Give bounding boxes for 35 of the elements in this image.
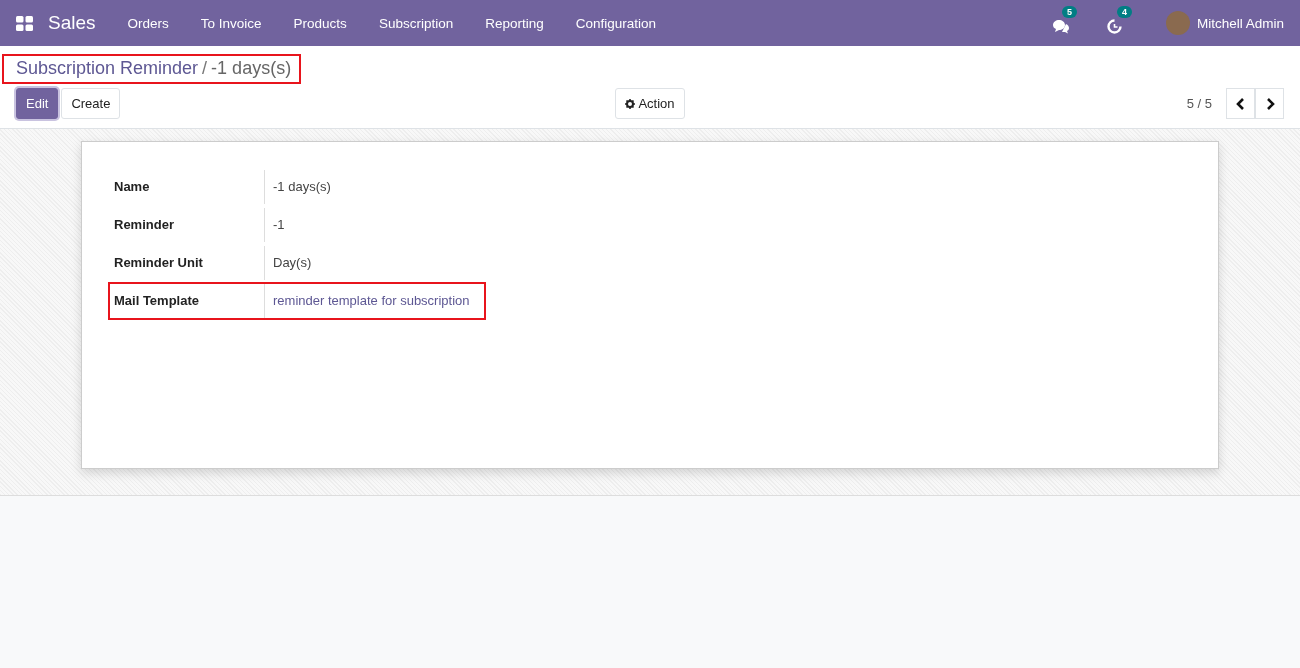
menu-item[interactable]: To Invoice	[184, 15, 278, 31]
chat-bubbles-icon	[1051, 19, 1069, 34]
clock-icon	[1106, 19, 1122, 34]
field-value: -1 days(s)	[273, 179, 331, 194]
chevron-right-icon	[1264, 97, 1275, 110]
action-button[interactable]: Action	[615, 88, 685, 119]
menu-item[interactable]: Reporting	[469, 15, 560, 31]
user-name[interactable]: Mitchell Admin	[1196, 15, 1284, 31]
field-label: Reminder	[114, 216, 175, 234]
field-link[interactable]: reminder template for subscription	[273, 293, 470, 308]
next-button[interactable]	[1255, 88, 1284, 119]
messages-button[interactable]: 5	[1051, 6, 1083, 34]
menu-item[interactable]: Configuration	[559, 15, 673, 31]
field-label: Name	[114, 178, 151, 196]
breadcrumb-current: -1 days(s)	[211, 58, 292, 79]
breadcrumb-link[interactable]: Subscription Reminder	[16, 58, 199, 79]
chevron-left-icon	[1235, 97, 1246, 110]
menu-item[interactable]: Products	[277, 15, 363, 31]
gear-icon	[625, 98, 636, 109]
breadcrumb-separator: /	[202, 58, 208, 79]
field-label: Reminder Unit	[114, 254, 204, 272]
count-badge: 4	[1116, 6, 1132, 18]
activities-button[interactable]: 4	[1106, 6, 1136, 34]
pager-counter: 5 / 5	[1186, 96, 1212, 111]
field-label: Mail Template	[114, 292, 200, 310]
edit-button[interactable]: Edit	[16, 88, 59, 119]
field-value: Day(s)	[273, 255, 312, 270]
app-name[interactable]: Sales	[48, 12, 96, 34]
menu-item[interactable]: Subscription	[362, 15, 470, 31]
menu-item[interactable]: Orders	[111, 15, 185, 31]
count-badge: 5	[1061, 6, 1077, 18]
field-value: -1	[273, 217, 285, 232]
apps-menu-icon[interactable]	[16, 15, 33, 31]
create-button[interactable]: Create	[61, 88, 121, 119]
previous-button[interactable]	[1226, 88, 1255, 119]
